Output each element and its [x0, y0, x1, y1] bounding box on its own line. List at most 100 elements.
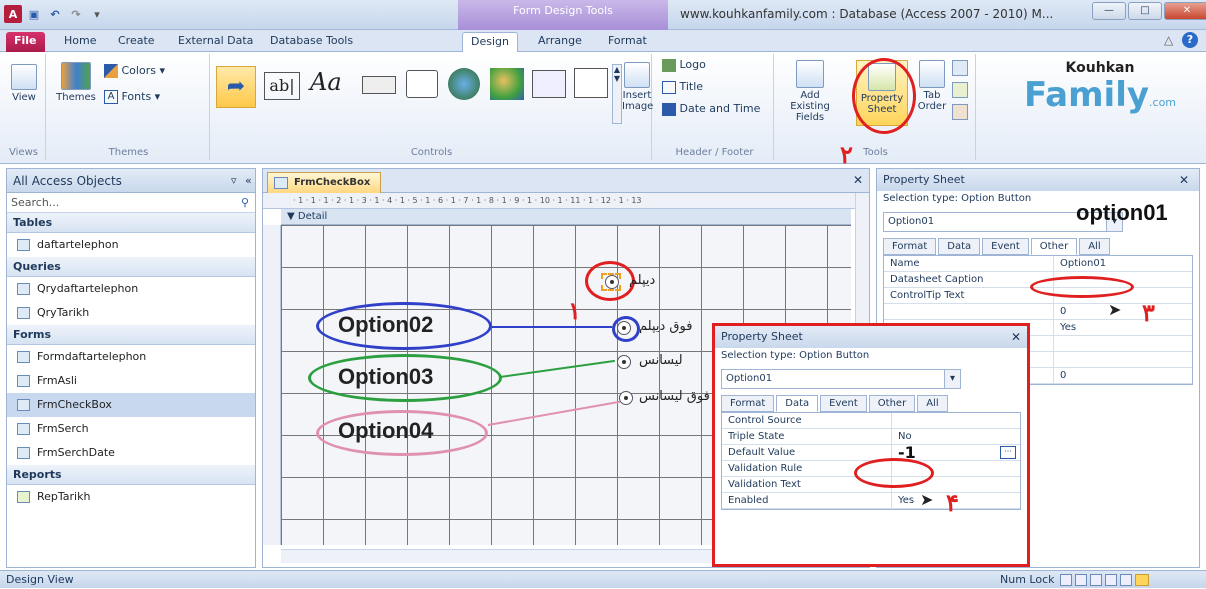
nav-section-queries[interactable]: Queries [7, 257, 255, 277]
nav-item-query[interactable]: QryTarikh [7, 301, 255, 325]
tab-order-button[interactable]: Tab Order [916, 60, 948, 112]
hyperlink-globe-icon[interactable] [448, 68, 480, 100]
ps-row-value[interactable]: Yes [1054, 320, 1076, 335]
option-button-4[interactable] [619, 391, 633, 405]
popup-row[interactable]: Enabled Yes [722, 493, 1020, 509]
popup-row-value[interactable]: No [892, 429, 912, 444]
popup-combo-arrow-icon[interactable]: ▾ [944, 370, 960, 388]
label-control-icon[interactable]: Aa [310, 68, 342, 96]
nav-dropdown-icon[interactable]: ▿ [231, 169, 237, 193]
maximize-button[interactable]: □ [1128, 2, 1162, 20]
nav-item-form[interactable]: FrmAsli [7, 369, 255, 393]
document-tab[interactable]: FrmCheckBox [267, 172, 382, 193]
nav-item-form[interactable]: FrmSerch [7, 417, 255, 441]
button-control-icon[interactable] [362, 76, 396, 94]
ps-tab-event[interactable]: Event [982, 238, 1029, 255]
tab-control-icon[interactable] [406, 70, 438, 98]
popup-row-value[interactable]: Yes [892, 493, 914, 508]
add-existing-fields-button[interactable]: Add Existing Fields [780, 60, 840, 123]
layout-view-icon[interactable] [1120, 574, 1132, 586]
tab-file[interactable]: File [6, 32, 45, 52]
ps-tab-format[interactable]: Format [883, 238, 937, 255]
textbox-control-icon[interactable]: ab| [264, 72, 300, 100]
ps-row-value[interactable]: 0 [1054, 304, 1066, 319]
nav-item-form[interactable]: Formdaftartelephon [7, 345, 255, 369]
nav-item-report[interactable]: RepTarikh [7, 485, 255, 509]
popup-object-combo[interactable]: Option01 ▾ [721, 369, 961, 389]
close-window-button[interactable]: ✕ [1164, 2, 1206, 20]
save-icon[interactable]: ▣ [25, 5, 43, 23]
popup-row[interactable]: Control Source [722, 413, 1020, 429]
fonts-button[interactable]: A Fonts ▾ [104, 90, 160, 104]
ps-tab-data[interactable]: Data [938, 238, 981, 255]
minimize-button[interactable]: — [1092, 2, 1126, 20]
redo-icon[interactable]: ↷ [67, 5, 85, 23]
form-view-icon[interactable] [1060, 574, 1072, 586]
nav-item-form-selected[interactable]: FrmCheckBox [7, 393, 255, 417]
colors-button[interactable]: Colors ▾ [104, 64, 165, 78]
navigation-control-icon[interactable] [490, 68, 524, 100]
nav-collapse-icon[interactable]: « [245, 169, 252, 193]
ribbon-minimize-icon[interactable]: △ [1164, 33, 1173, 47]
nav-section-reports[interactable]: Reports [7, 465, 255, 485]
popup-close-icon[interactable]: ✕ [1011, 326, 1021, 348]
nav-item-query[interactable]: Qrydaftartelephon [7, 277, 255, 301]
popup-tab-other[interactable]: Other [868, 395, 916, 412]
tab-database-tools[interactable]: Database Tools [262, 32, 361, 52]
builder-ellipsis-button[interactable]: ··· [1000, 446, 1016, 459]
customize-qat-icon[interactable]: ▾ [88, 5, 106, 23]
search-icon[interactable]: ⚲ [241, 193, 249, 213]
insert-image-button[interactable]: Insert Image [622, 62, 653, 112]
ps-row[interactable]: Name Option01 [884, 256, 1192, 272]
popup-row[interactable]: Triple State No [722, 429, 1020, 445]
design-view-icon[interactable] [1135, 574, 1149, 586]
help-icon[interactable]: ? [1182, 32, 1198, 48]
tab-design[interactable]: Design [462, 32, 518, 52]
tab-home[interactable]: Home [56, 32, 104, 52]
nav-section-forms[interactable]: Forms [7, 325, 255, 345]
popup-tab-format[interactable]: Format [721, 395, 775, 412]
close-document-icon[interactable]: ✕ [853, 173, 863, 187]
subform-icon[interactable] [952, 60, 968, 76]
popup-tab-data[interactable]: Data [776, 395, 819, 412]
nav-search-box[interactable]: Search... ⚲ [7, 193, 255, 213]
view-code-icon[interactable] [952, 82, 968, 98]
tab-format[interactable]: Format [600, 32, 655, 52]
popup-tab-event[interactable]: Event [820, 395, 867, 412]
convert-macros-icon[interactable] [952, 104, 968, 120]
tab-create[interactable]: Create [110, 32, 163, 52]
ps-row-value[interactable]: 0 [1054, 368, 1066, 383]
nav-item-table[interactable]: daftartelephon [7, 233, 255, 257]
page-break-icon[interactable] [574, 68, 608, 98]
nav-item-form[interactable]: FrmSerchDate [7, 441, 255, 465]
ps-row-value[interactable]: Option01 [1054, 256, 1106, 271]
date-time-button[interactable]: Date and Time [662, 102, 760, 116]
nav-section-tables[interactable]: Tables [7, 213, 255, 233]
tab-external-data[interactable]: External Data [170, 32, 261, 52]
pivot-chart-icon[interactable] [1105, 574, 1117, 586]
popup-tab-all[interactable]: All [917, 395, 948, 412]
undo-icon[interactable]: ↶ [46, 5, 64, 23]
popup-tabs: Format Data Event Other All [715, 395, 1027, 412]
ps-tab-other[interactable]: Other [1030, 238, 1078, 255]
logo-button[interactable]: Logo [662, 58, 706, 72]
option-button-3[interactable] [617, 355, 631, 369]
pivot-table-icon[interactable] [1090, 574, 1102, 586]
controls-gallery-scroll[interactable]: ▲ ▼ [612, 64, 622, 124]
tab-arrange[interactable]: Arrange [530, 32, 590, 52]
option-button-1[interactable] [605, 275, 619, 289]
access-logo-icon[interactable]: A [4, 5, 22, 23]
ps-header: Property Sheet ✕ [877, 169, 1199, 191]
select-pointer-icon[interactable]: ➦ [216, 66, 256, 108]
ps-close-icon[interactable]: ✕ [1179, 169, 1189, 191]
ps-row-value[interactable] [1054, 336, 1060, 351]
ps-row-value[interactable] [1054, 352, 1060, 367]
option-group-icon[interactable] [532, 70, 566, 98]
popup-row[interactable]: Default Value -1 ··· [722, 445, 1020, 461]
title-button[interactable]: Title [662, 80, 703, 94]
datasheet-view-icon[interactable] [1075, 574, 1087, 586]
popup-row-value[interactable] [892, 413, 898, 428]
themes-button[interactable]: Themes [54, 62, 98, 103]
ps-tab-all[interactable]: All [1079, 238, 1110, 255]
view-button[interactable]: View [6, 64, 42, 103]
